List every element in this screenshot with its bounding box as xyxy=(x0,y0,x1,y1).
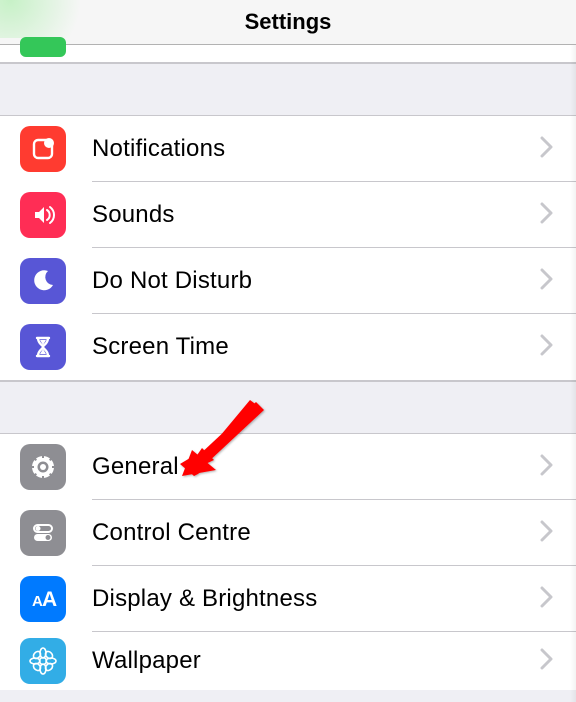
toggles-icon xyxy=(20,510,66,556)
row-display-brightness[interactable]: A A Display & Brightness xyxy=(0,566,576,632)
row-label: Sounds xyxy=(92,201,540,229)
section-gap xyxy=(0,63,576,116)
chevron-right-icon xyxy=(540,454,554,481)
text-size-icon: A A xyxy=(20,576,66,622)
row-label: Notifications xyxy=(92,135,540,163)
hourglass-icon xyxy=(20,324,66,370)
moon-icon xyxy=(20,258,66,304)
settings-group-2: General Control Centre A A Display xyxy=(0,434,576,690)
row-sounds[interactable]: Sounds xyxy=(0,182,576,248)
page-header: Settings xyxy=(0,0,576,45)
row-label: Wallpaper xyxy=(92,647,540,675)
row-control-centre[interactable]: Control Centre xyxy=(0,500,576,566)
row-label: Display & Brightness xyxy=(92,585,540,613)
chevron-right-icon xyxy=(540,268,554,295)
partial-previous-row xyxy=(0,45,576,63)
gear-icon xyxy=(20,444,66,490)
row-label: Screen Time xyxy=(92,333,540,361)
row-notifications[interactable]: Notifications xyxy=(0,116,576,182)
row-do-not-disturb[interactable]: Do Not Disturb xyxy=(0,248,576,314)
row-wallpaper[interactable]: Wallpaper xyxy=(0,632,576,690)
row-screen-time[interactable]: Screen Time xyxy=(0,314,576,380)
chevron-right-icon xyxy=(540,202,554,229)
flower-icon xyxy=(20,638,66,684)
chevron-right-icon xyxy=(540,136,554,163)
row-general[interactable]: General xyxy=(0,434,576,500)
svg-text:A: A xyxy=(42,588,57,611)
page-title: Settings xyxy=(245,9,332,34)
chevron-right-icon xyxy=(540,520,554,547)
chevron-right-icon xyxy=(540,648,554,675)
row-label: General xyxy=(92,453,540,481)
row-label: Do Not Disturb xyxy=(92,267,540,295)
settings-group-1: Notifications Sounds Do Not Disturb xyxy=(0,116,576,381)
section-gap xyxy=(0,381,576,434)
chevron-right-icon xyxy=(540,334,554,361)
row-label: Control Centre xyxy=(92,519,540,547)
chevron-right-icon xyxy=(540,586,554,613)
sounds-icon xyxy=(20,192,66,238)
green-toggle-fragment xyxy=(20,37,66,57)
notifications-icon xyxy=(20,126,66,172)
